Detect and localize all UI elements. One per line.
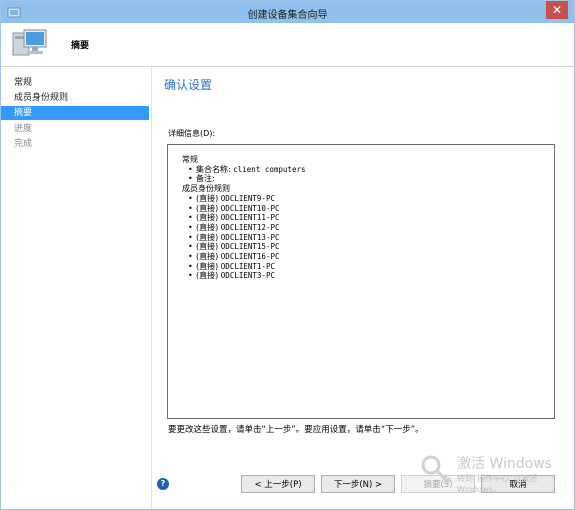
nav-item-completion: 完成 — [14, 139, 33, 149]
rule-type: (直接) — [196, 252, 221, 262]
collection-name-item: 集合名称: client computers — [182, 165, 306, 175]
activation-watermark: 激活 Windows 转到“操作中心”以激活 Windows。 — [419, 453, 569, 494]
membership-rule-item: (直接) ODCLIENT10-PC — [182, 204, 306, 214]
rule-type: (直接) — [196, 222, 221, 232]
comment-label: 备注: — [196, 174, 215, 184]
rule-resource-name: ODCLIENT12-PC — [220, 222, 280, 232]
watermark-subtitle: 转到“操作中心”以激活 Windows。 — [457, 474, 538, 494]
general-heading: 常规 — [182, 155, 198, 164]
details-box[interactable]: 常规 集合名称: client computers 备注: 成员身份规则 (直接… — [167, 144, 555, 419]
header-title: 摘要 — [71, 41, 90, 51]
rule-resource-name: ODCLIENT11-PC — [220, 213, 280, 223]
page-title: 确认设置 — [164, 78, 213, 92]
window-title: 创建设备集合向导 — [247, 10, 328, 21]
nav-item-summary[interactable]: 摘要 — [1, 106, 149, 120]
main-panel: 确认设置 详细信息(D): 常规 集合名称: client computers … — [152, 67, 574, 509]
rule-list: (直接) ODCLIENT9-PC(直接) ODCLIENT10-PC(直接) … — [182, 194, 306, 281]
rule-resource-name: ODCLIENT3-PC — [220, 271, 275, 281]
rule-type: (直接) — [196, 261, 221, 271]
membership-rule-item: (直接) ODCLIENT9-PC — [182, 194, 306, 204]
rule-resource-name: ODCLIENT16-PC — [220, 252, 280, 262]
wizard-nav: 常规 成员身份规则 摘要 进度 完成 — [1, 67, 152, 509]
comment-item: 备注: — [182, 174, 306, 184]
rule-type: (直接) — [196, 232, 221, 242]
rule-resource-name: ODCLIENT1-PC — [220, 261, 275, 271]
membership-rule-item: (直接) ODCLIENT11-PC — [182, 213, 306, 223]
close-button[interactable]: ✕ — [546, 1, 568, 19]
previous-button[interactable]: < 上一步(P) — [241, 475, 315, 493]
wizard-header: 摘要 — [1, 23, 574, 67]
watermark-title: 激活 Windows — [457, 456, 552, 472]
nav-item-general[interactable]: 常规 — [1, 76, 149, 90]
instruction-text: 要更改这些设置，请单击“上一步”。要应用设置，请单击“下一步”。 — [168, 425, 424, 435]
membership-rule-item: (直接) ODCLIENT16-PC — [182, 252, 306, 262]
help-icon[interactable]: ? — [157, 478, 169, 490]
collection-name-value: client computers — [233, 164, 306, 174]
membership-rule-item: (直接) ODCLIENT3-PC — [182, 271, 306, 281]
nav-item-membership-rules[interactable]: 成员身份规则 — [1, 91, 149, 105]
rule-type: (直接) — [196, 203, 221, 213]
next-button[interactable]: 下一步(N) > — [321, 475, 395, 493]
rule-type: (直接) — [196, 242, 221, 252]
rule-type: (直接) — [196, 271, 221, 281]
nav-item-progress: 进度 — [14, 124, 33, 134]
rule-resource-name: ODCLIENT9-PC — [220, 193, 275, 203]
membership-rule-item: (直接) ODCLIENT15-PC — [182, 242, 306, 252]
wizard-window: 创建设备集合向导 ✕ 摘要 常规 成员身份规则 摘要 进度 完成 确认设置 详细… — [0, 0, 575, 510]
collection-name-label: 集合名称: — [196, 164, 231, 174]
rule-resource-name: ODCLIENT10-PC — [220, 203, 280, 213]
rule-resource-name: ODCLIENT13-PC — [220, 232, 280, 242]
rule-resource-name: ODCLIENT15-PC — [220, 242, 280, 252]
computer-icon — [12, 29, 47, 56]
rule-type: (直接) — [196, 193, 221, 203]
details-label: 详细信息(D): — [168, 129, 216, 138]
rule-type: (直接) — [196, 213, 221, 223]
membership-rule-item: (直接) ODCLIENT1-PC — [182, 262, 306, 272]
membership-rule-item: (直接) ODCLIENT13-PC — [182, 233, 306, 243]
title-bar[interactable]: 创建设备集合向导 ✕ — [1, 1, 574, 23]
key-icon — [421, 455, 452, 485]
rules-heading: 成员身份规则 — [182, 184, 230, 194]
membership-rule-item: (直接) ODCLIENT12-PC — [182, 223, 306, 233]
details-content: 常规 集合名称: client computers 备注: 成员身份规则 (直接… — [182, 155, 306, 281]
